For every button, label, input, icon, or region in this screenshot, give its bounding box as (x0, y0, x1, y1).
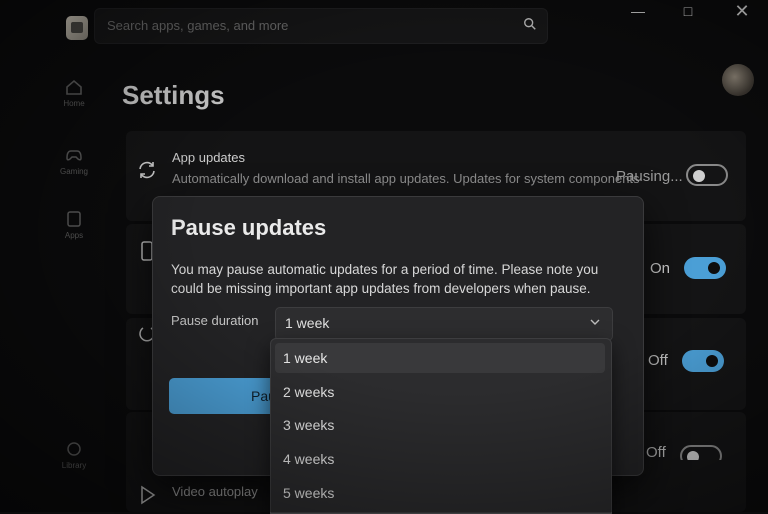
setting-status: On (650, 260, 671, 277)
toggle-knob (708, 262, 720, 274)
setting-toggle[interactable] (684, 257, 726, 279)
option-label: 1 week (283, 350, 328, 366)
library-icon (67, 442, 81, 456)
avatar[interactable] (722, 64, 754, 96)
setting-toggle[interactable] (682, 350, 724, 372)
option-label: 4 weeks (283, 451, 335, 467)
pause-duration-label: Pause duration (171, 313, 259, 328)
option-2-weeks[interactable]: 2 weeks (275, 377, 605, 407)
setting-status: Off (646, 444, 666, 461)
close-icon[interactable]: ✕ (720, 0, 764, 22)
gamepad-icon (66, 150, 82, 161)
nav-label: Apps (64, 231, 84, 240)
nav-item-gaming[interactable]: Gaming (48, 146, 100, 176)
nav-label: Library (61, 461, 87, 470)
dialog-body: You may pause automatic updates for a pe… (171, 262, 599, 296)
nav-label: Home (63, 99, 85, 108)
duration-dropdown-list: 1 week 2 weeks 3 weeks 4 weeks 5 weeks (270, 338, 612, 514)
dialog-title: Pause updates (171, 215, 327, 240)
home-icon (66, 79, 82, 95)
sync-icon (139, 161, 155, 179)
toggle-knob (706, 355, 718, 367)
pause-duration-value: 1 week (285, 315, 330, 331)
store-logo-icon (66, 16, 88, 40)
app-updates-description: Automatically download and install app u… (172, 171, 640, 186)
play-icon (141, 485, 156, 505)
apps-icon (67, 211, 81, 227)
nav-item-apps[interactable]: Apps (48, 210, 100, 240)
page-title: Settings (122, 80, 225, 110)
maximize-icon[interactable]: □ (666, 0, 710, 22)
option-1-week[interactable]: 1 week (275, 343, 605, 373)
pause-duration-select[interactable]: 1 week (275, 307, 613, 341)
setting-status: Off (648, 352, 668, 369)
app-updates-toggle[interactable] (686, 164, 728, 186)
option-3-weeks[interactable]: 3 weeks (275, 410, 605, 440)
search-input[interactable]: Search apps, games, and more (107, 18, 288, 33)
option-label: 2 weeks (283, 384, 335, 400)
app-updates-title: App updates (172, 150, 246, 165)
nav-item-home[interactable]: Home (48, 78, 100, 108)
minimize-icon[interactable]: — (616, 0, 660, 22)
option-label: 3 weeks (283, 417, 335, 433)
search-box[interactable]: Search apps, games, and more (94, 8, 548, 44)
nav-label: Gaming (59, 167, 88, 176)
toggle-knob (693, 170, 705, 182)
option-label: 5 weeks (283, 485, 335, 501)
option-4-weeks[interactable]: 4 weeks (275, 444, 605, 474)
app-updates-status: Pausing... (616, 168, 683, 185)
video-autoplay-title: Video autoplay (172, 484, 258, 499)
title-bar: Search apps, games, and more — □ ✕ (0, 0, 768, 50)
option-5-weeks[interactable]: 5 weeks (275, 478, 605, 508)
chevron-down-icon (590, 319, 600, 325)
nav-item-library[interactable]: Library (48, 440, 100, 470)
search-icon[interactable] (523, 17, 537, 31)
